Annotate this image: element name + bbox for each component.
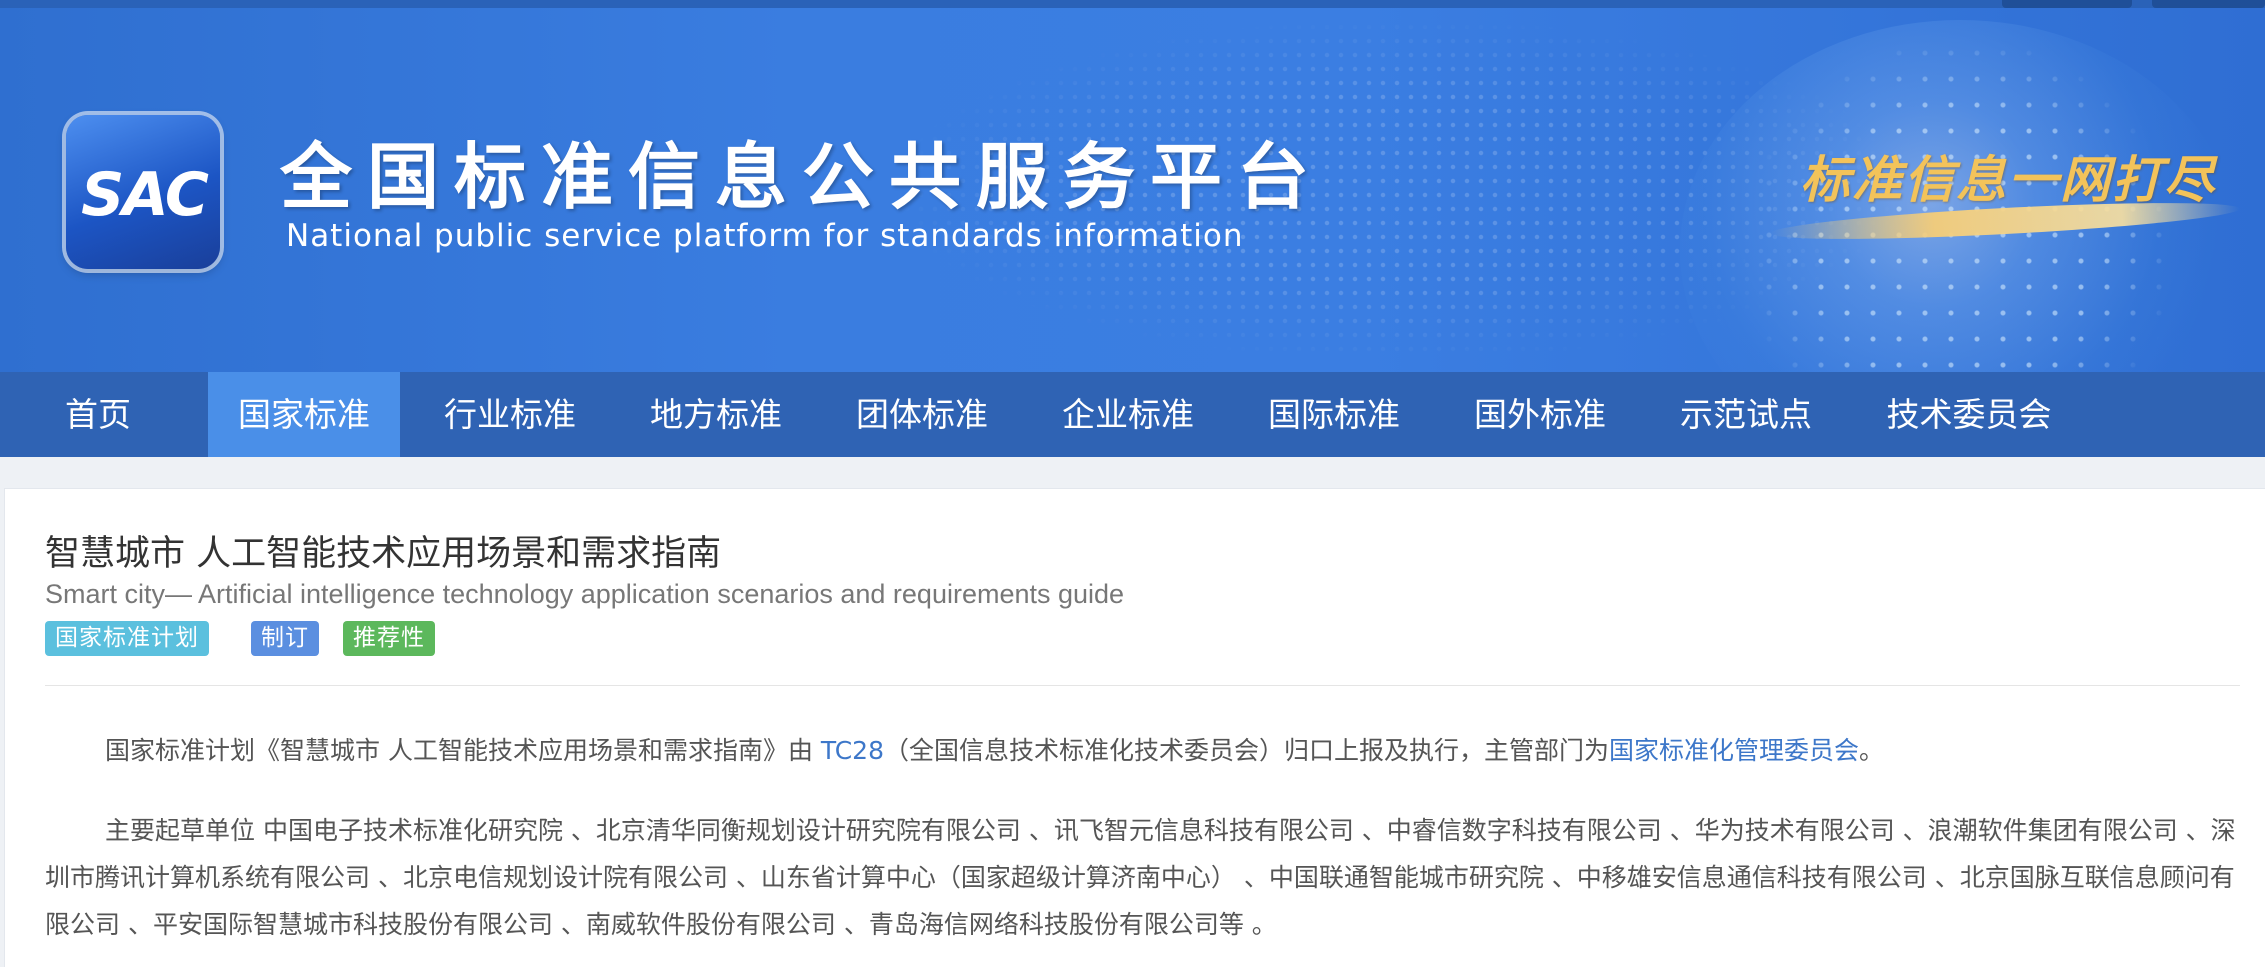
tag-revision-type: 制订 (251, 621, 319, 656)
site-subtitle: National public service platform for sta… (286, 218, 1244, 254)
sac-logo[interactable]: SAC (66, 115, 220, 269)
drafters-paragraph: 主要起草单位 中国电子技术标准化研究院 、北京清华同衡规划设计研究院有限公司 、… (45, 816, 2236, 939)
nav-item-pilot-demonstration[interactable]: 示范试点 (1648, 372, 1844, 457)
summary-prefix: 国家标准计划《智慧城市 人工智能技术应用场景和需求指南》由 (105, 736, 821, 765)
standard-title-en: Smart city— Artificial intelligence tech… (45, 579, 1125, 609)
top-link-button[interactable] (2152, 0, 2265, 8)
summary-suffix: 。 (1859, 736, 1885, 765)
standard-title: 智慧城市 人工智能技术应用场景和需求指南 (45, 534, 722, 574)
nav-item-industry-standards[interactable]: 行业标准 (412, 372, 608, 457)
nav-item-national-standards[interactable]: 国家标准 (208, 372, 400, 457)
header-banner: 标准信息一网打尽 SAC 全国标准信息公共服务平台 National publi… (0, 0, 2265, 372)
divider (45, 685, 2240, 686)
site-title: 全国标准信息公共服务平台 (280, 135, 1325, 219)
top-link-button[interactable] (2002, 0, 2132, 8)
nav-item-foreign-standards[interactable]: 国外标准 (1442, 372, 1638, 457)
nav-item-home[interactable]: 首页 (0, 372, 196, 457)
logo-text: SAC (81, 160, 209, 230)
summary-paragraph: 国家标准计划《智慧城市 人工智能技术应用场景和需求指南》由 TC28（全国信息技… (45, 727, 2245, 774)
top-strip (0, 0, 2265, 8)
summary-middle: （全国信息技术标准化技术委员会）归口上报及执行，主管部门为 (883, 736, 1609, 765)
tag-plan-type: 国家标准计划 (45, 621, 209, 656)
nav-item-local-standards[interactable]: 地方标准 (618, 372, 814, 457)
nav-item-enterprise-standards[interactable]: 企业标准 (1030, 372, 1226, 457)
department-link[interactable]: 国家标准化管理委员会 (1609, 736, 1859, 765)
nav-item-international-standards[interactable]: 国际标准 (1236, 372, 1432, 457)
tc-link[interactable]: TC28 (821, 736, 884, 765)
nav-item-technical-committee[interactable]: 技术委员会 (1854, 372, 2084, 457)
standard-detail-card: 智慧城市 人工智能技术应用场景和需求指南 Smart city— Artific… (4, 488, 2265, 967)
nav-item-group-standards[interactable]: 团体标准 (824, 372, 1020, 457)
tag-nature: 推荐性 (343, 621, 435, 656)
main-nav: 首页 国家标准 行业标准 地方标准 团体标准 企业标准 国际标准 国外标准 示范… (0, 372, 2265, 457)
banner-slogan: 标准信息一网打尽 (1800, 150, 2216, 209)
